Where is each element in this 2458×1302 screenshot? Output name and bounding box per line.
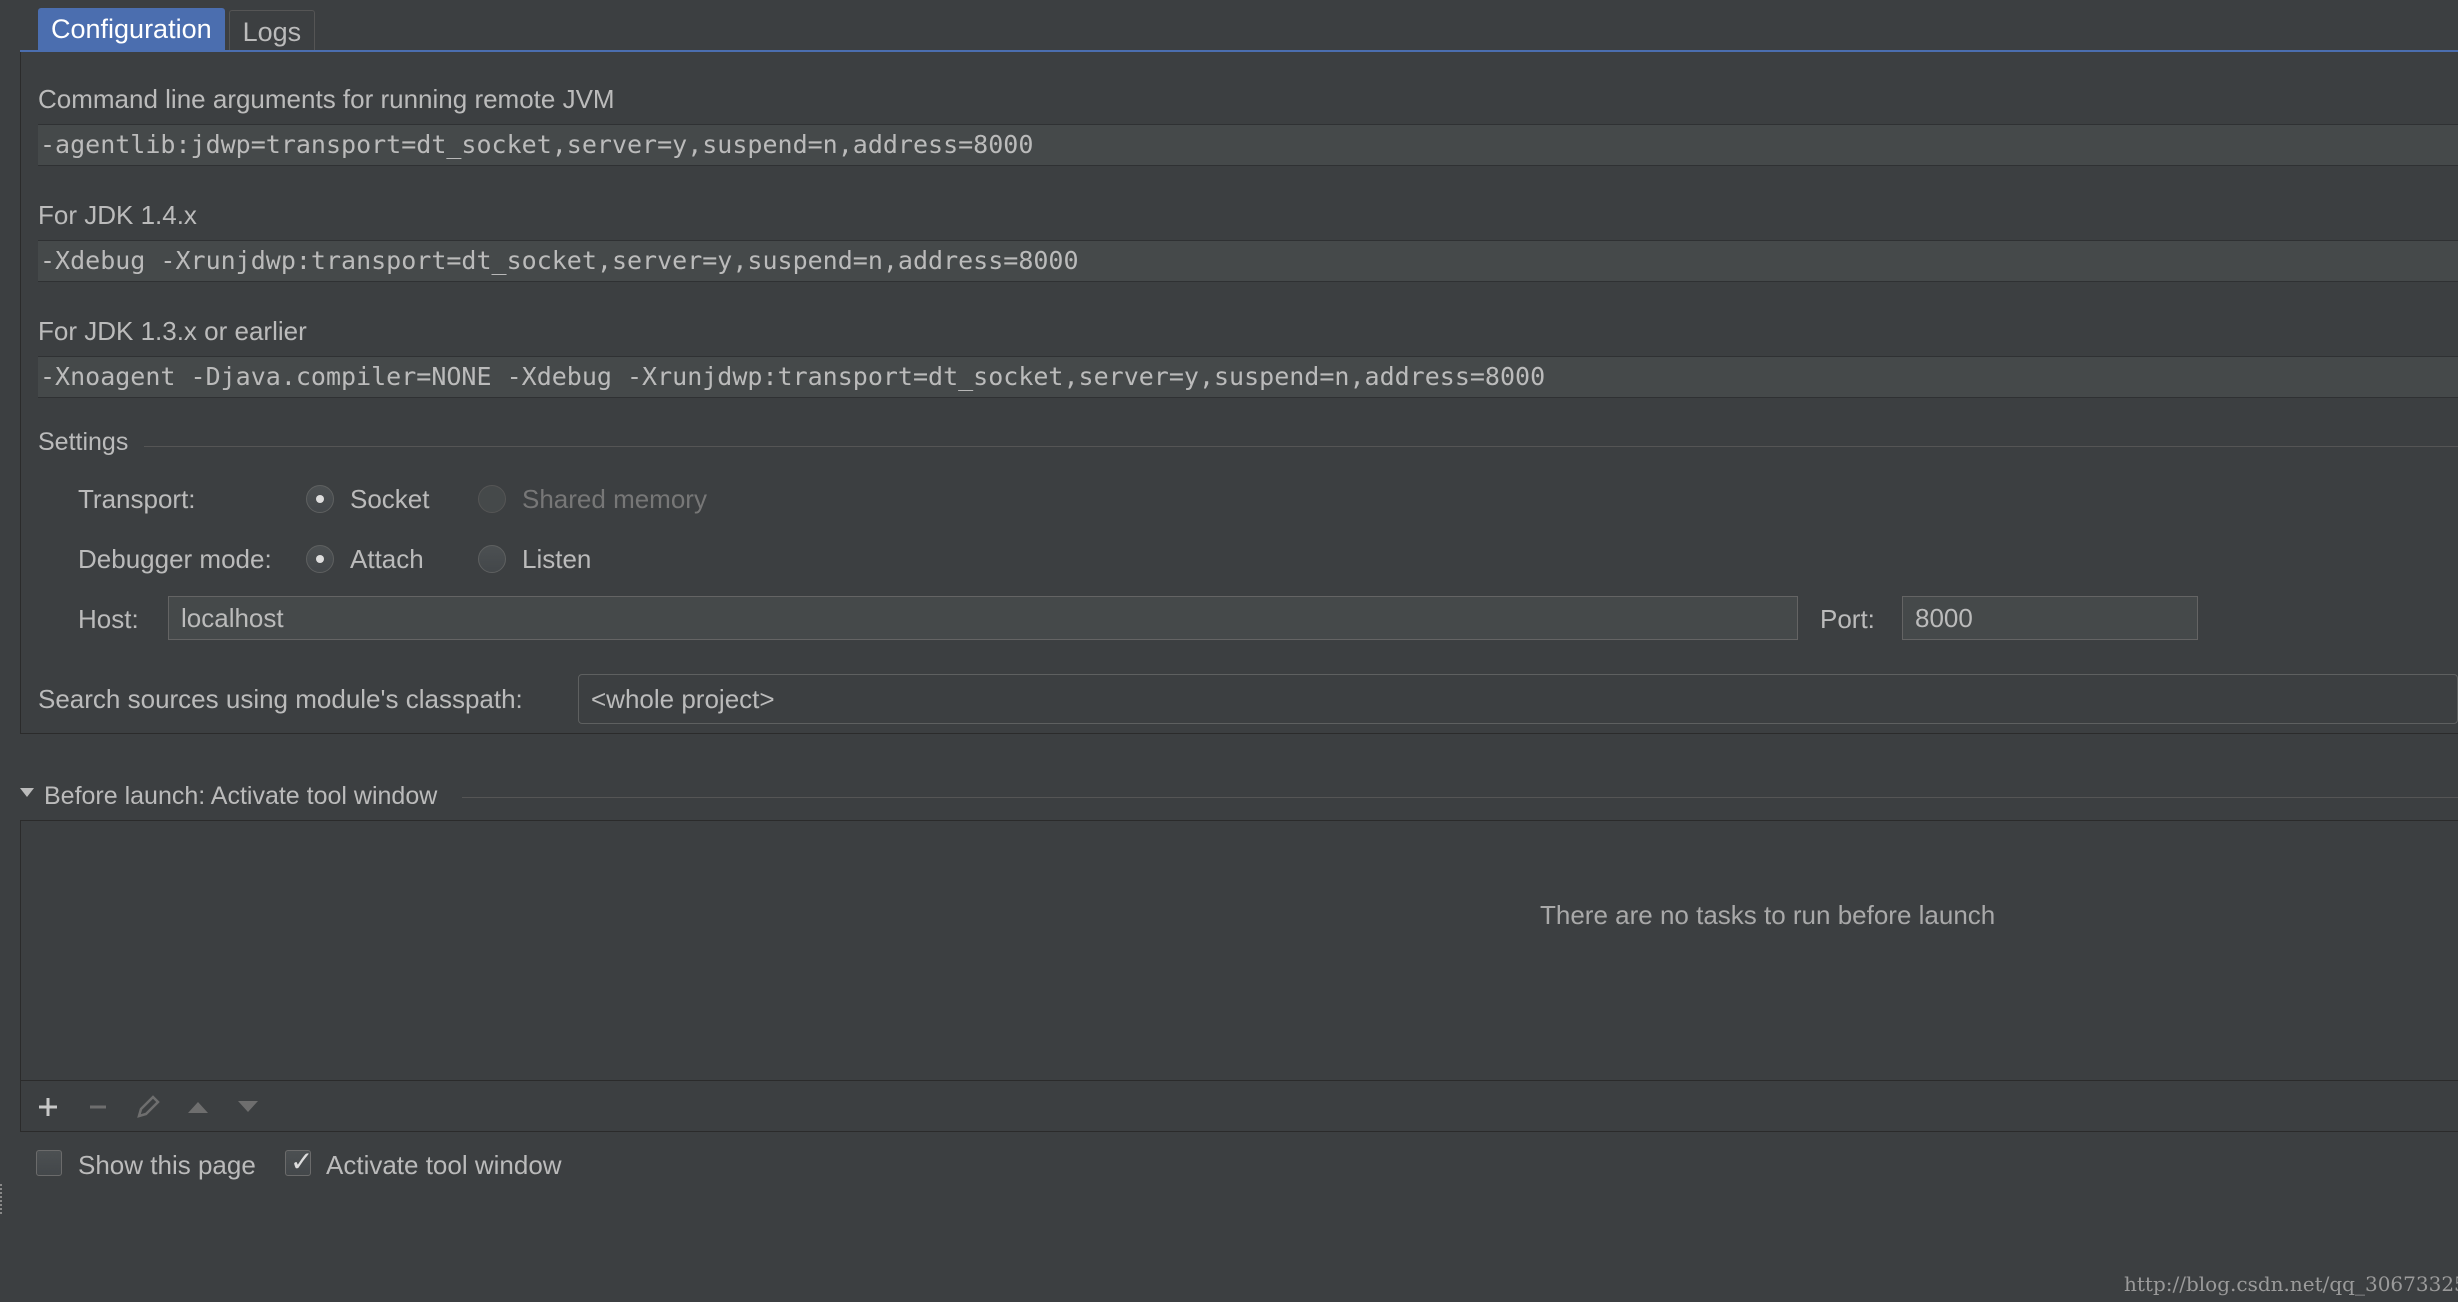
jvm-args-label: Command line arguments for running remot…: [38, 84, 615, 114]
debugger-listen-label[interactable]: Listen: [522, 544, 591, 575]
before-launch-toolbar: [20, 1080, 2458, 1132]
port-input[interactable]: 8000: [1902, 596, 2198, 640]
transport-shared-memory-label[interactable]: Shared memory: [522, 484, 707, 515]
before-launch-separator: [462, 797, 2458, 798]
port-label: Port:: [1820, 604, 1875, 634]
show-this-page-label[interactable]: Show this page: [78, 1150, 256, 1181]
jdk13-args-field[interactable]: -Xnoagent -Djava.compiler=NONE -Xdebug -…: [38, 356, 2458, 398]
debugger-attach-radio[interactable]: [306, 545, 334, 573]
jdk14-args-field[interactable]: -Xdebug -Xrunjdwp:transport=dt_socket,se…: [38, 240, 2458, 282]
minus-icon[interactable]: [80, 1089, 116, 1125]
plus-icon[interactable]: [30, 1089, 66, 1125]
before-launch-title[interactable]: Before launch: Activate tool window: [44, 782, 437, 811]
watermark: http://blog.csdn.net/qq_30673325: [2124, 1272, 2458, 1296]
host-label: Host:: [78, 604, 139, 634]
classpath-combobox[interactable]: <whole project>: [578, 674, 2458, 724]
debugger-attach-label[interactable]: Attach: [350, 544, 424, 575]
classpath-label: Search sources using module's classpath:: [38, 684, 523, 714]
transport-shared-memory-radio[interactable]: [478, 485, 506, 513]
jvm-args-field[interactable]: -agentlib:jdwp=transport=dt_socket,serve…: [38, 124, 2458, 166]
transport-label: Transport:: [78, 484, 196, 514]
tab-configuration[interactable]: Configuration: [38, 8, 225, 52]
settings-title: Settings: [38, 428, 129, 456]
jdk13-label: For JDK 1.3.x or earlier: [38, 316, 307, 346]
tab-logs[interactable]: Logs: [228, 10, 316, 52]
arrow-up-icon[interactable]: [180, 1089, 216, 1125]
tab-bar: Configuration Logs: [38, 8, 316, 52]
debugger-listen-radio[interactable]: [478, 545, 506, 573]
arrow-down-icon[interactable]: [230, 1089, 266, 1125]
no-tasks-message: There are no tasks to run before launch: [1540, 900, 1996, 930]
pencil-icon[interactable]: [130, 1089, 166, 1125]
checkmark-icon: ✓: [290, 1146, 314, 1177]
transport-socket-label[interactable]: Socket: [350, 484, 430, 515]
settings-separator: [144, 446, 2458, 447]
jdk14-label: For JDK 1.4.x: [38, 200, 197, 230]
collapse-triangle-icon[interactable]: [20, 788, 34, 797]
activate-tool-window-checkbox[interactable]: ✓: [285, 1146, 313, 1177]
transport-socket-radio[interactable]: [306, 485, 334, 513]
activate-tool-window-label[interactable]: Activate tool window: [326, 1150, 562, 1181]
debugger-mode-label: Debugger mode:: [78, 544, 272, 574]
resize-grip-icon[interactable]: [0, 1184, 8, 1214]
show-this-page-checkbox[interactable]: [36, 1150, 62, 1176]
host-input[interactable]: localhost: [168, 596, 1798, 640]
